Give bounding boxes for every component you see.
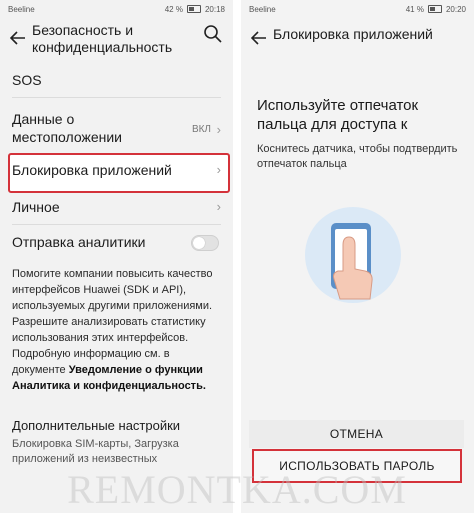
sos-label: SOS	[12, 72, 42, 88]
chevron-right-icon: ›	[216, 122, 221, 137]
advanced-title: Дополнительные настройки	[12, 418, 181, 433]
battery-icon	[186, 5, 201, 13]
battery-label: 42 %	[164, 4, 183, 14]
back-arrow-icon[interactable]	[4, 24, 32, 52]
search-icon[interactable]	[203, 24, 223, 44]
fingerprint-illustration-icon	[303, 205, 403, 305]
chevron-right-icon: ›	[216, 199, 221, 214]
app-lock-label: Блокировка приложений	[12, 162, 172, 178]
analytics-description: Помогите компании повысить качество инте…	[12, 266, 221, 394]
location-value: ВКЛ	[191, 124, 211, 135]
fingerprint-instructions: Коснитесь датчика, чтобы подтвердить отп…	[257, 143, 458, 170]
clock-label: 20:20	[445, 4, 466, 14]
page-title: Безопасность и конфиденциальность	[32, 22, 173, 55]
app-bar: Блокировка приложений	[241, 18, 474, 58]
cancel-button[interactable]: ОТМЕНА	[249, 420, 464, 448]
carrier-label: Beeline	[249, 4, 276, 14]
battery-label: 41 %	[405, 4, 424, 14]
advanced-subtitle: Блокировка SIM-карты, Загрузка приложени…	[12, 438, 179, 465]
right-screen: Beeline 41 % 20:20 Блокировка приложений…	[241, 0, 474, 513]
back-arrow-icon[interactable]	[245, 24, 273, 52]
left-screen: Beeline 42 % 20:18 Безопасность и конфид…	[0, 0, 233, 513]
carrier-label: Beeline	[8, 4, 35, 14]
location-label: Данные о местоположении	[12, 111, 122, 145]
analytics-label: Отправка аналитики	[12, 234, 146, 250]
fingerprint-heading: Используйте отпечаток пальца для доступа…	[257, 97, 419, 133]
divider	[12, 97, 221, 98]
personal-label: Личное	[12, 199, 60, 215]
screen-gap	[233, 0, 241, 513]
use-password-button[interactable]: ИСПОЛЬЗОВАТЬ ПАРОЛЬ	[252, 449, 462, 483]
page-title: Блокировка приложений	[273, 26, 433, 42]
app-bar: Безопасность и конфиденциальность	[0, 18, 233, 58]
analytics-toggle[interactable]	[191, 235, 219, 251]
battery-icon	[427, 5, 442, 13]
clock-label: 20:18	[204, 4, 225, 14]
chevron-right-icon: ›	[216, 162, 221, 177]
divider	[12, 224, 221, 225]
status-bar: Beeline 42 % 20:18	[0, 0, 233, 18]
status-bar: Beeline 41 % 20:20	[241, 0, 474, 18]
analytics-description-text: Помогите компании повысить качество инте…	[12, 268, 213, 376]
